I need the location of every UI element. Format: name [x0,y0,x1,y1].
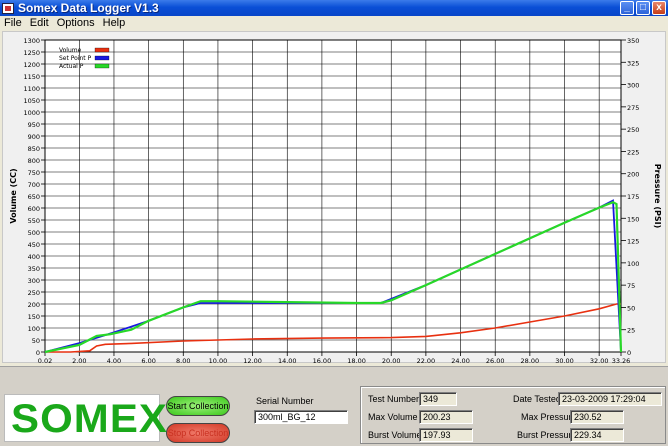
y-left-tick-label: 350 [28,265,40,273]
y-left-tick-label: 1100 [23,85,40,93]
chart-svg: 0501001502002503003504004505005506006507… [9,37,662,376]
app-icon [2,2,14,14]
x-tick-label: 6.00 [141,357,155,364]
x-tick-label: 18.00 [347,357,366,364]
y-left-tick-label: 1000 [23,109,40,117]
x-tick-label: 20.00 [382,357,401,364]
y-left-tick-label: 200 [28,301,40,309]
x-tick-label: 30.00 [555,357,574,364]
burst-pressure-label: Burst Pressure [517,430,577,440]
test-number-label: Test Number [368,394,420,404]
y-right-tick-label: 200 [627,171,639,179]
y-left-tick-label: 450 [28,241,40,249]
y-left-tick-label: 50 [32,337,40,345]
start-collection-button[interactable]: Start Collection [166,396,230,416]
y-left-tick-label: 500 [28,229,40,237]
maximize-button[interactable]: □ [636,1,650,15]
y-right-tick-label: 250 [627,126,639,134]
x-tick-label: 33.26 [612,357,631,364]
menu-options[interactable]: Options [53,17,99,30]
y-right-tick-label: 75 [627,282,635,290]
legend-label: Set Point P [59,55,92,62]
y-left-tick-label: 1250 [23,49,40,57]
y-right-tick-label: 300 [627,82,639,90]
y-left-tick-label: 800 [28,157,40,165]
legend-swatch [94,47,110,53]
date-tested-field: 23-03-2009 17:29:04 [558,392,662,406]
max-pressure-field: 230.52 [570,410,624,424]
menu-file[interactable]: File [0,17,26,30]
y-right-tick-label: 175 [627,193,639,201]
y-right-tick-label: 275 [627,104,639,112]
y-left-tick-label: 1050 [23,97,40,105]
menu-edit[interactable]: Edit [26,17,53,30]
minimize-button[interactable]: _ [620,1,634,15]
x-tick-label: 14.00 [278,357,297,364]
y-left-tick-label: 950 [28,121,40,129]
y-left-tick-label: 550 [28,217,40,225]
y-left-tick-label: 1300 [23,37,40,45]
x-tick-label: 16.00 [313,357,332,364]
menu-bar: File Edit Options Help [0,16,668,30]
y-left-tick-label: 750 [28,169,40,177]
x-tick-label: 4.00 [107,357,121,364]
y-right-tick-label: 0 [627,349,631,357]
serial-number-input[interactable]: 300ml_BG_12 [254,410,348,424]
y-left-tick-label: 850 [28,145,40,153]
close-button[interactable]: x [652,1,666,15]
somex-logo: SOMEX [4,394,167,442]
x-tick-label: 10.00 [209,357,228,364]
x-tick-label: 8.00 [176,357,190,364]
y-left-axis-title: Volume (CC) [9,168,18,223]
burst-volume-field: 197.93 [419,428,473,442]
y-right-axis-title: Pressure (PSI) [653,164,662,229]
y-left-tick-label: 300 [28,277,40,285]
x-tick-label: 26.00 [486,357,505,364]
x-tick-label: 2.00 [72,357,86,364]
y-left-tick-label: 150 [28,313,40,321]
x-tick-label: 22.00 [417,357,436,364]
stop-collection-button[interactable]: Stop Collection [166,423,230,443]
menu-help[interactable]: Help [99,17,130,30]
y-left-tick-label: 250 [28,289,40,297]
date-tested-label: Date Tested [513,394,561,404]
legend-swatch [94,63,110,69]
chart-panel: 0 50 100 150 200 250 300 350 400 450 500 550 600 650 7… [2,31,666,376]
y-left-tick-label: 0 [36,349,40,357]
y-left-tick-label: 100 [28,325,40,333]
y-right-tick-label: 350 [627,37,639,45]
title-bar: Somex Data Logger V1.3 _ □ x [0,0,668,16]
x-tick-label: 32.00 [590,357,609,364]
max-pressure-label: Max Pressure [521,412,577,422]
y-left-tick-label: 1150 [23,73,40,81]
legend-label: Volume [59,47,82,54]
y-right-tick-label: 225 [627,148,639,156]
x-tick-label: 0.02 [38,357,52,364]
logo-text: SOMEX [11,397,168,441]
serial-number-label: Serial Number [256,396,314,406]
window-title: Somex Data Logger V1.3 [18,1,159,15]
y-left-tick-label: 600 [28,205,40,213]
y-right-tick-label: 150 [627,215,639,223]
burst-volume-label: Burst Volume [368,430,422,440]
y-left-tick-label: 650 [28,193,40,201]
x-tick-label: 28.00 [521,357,540,364]
y-left-tick-label: 900 [28,133,40,141]
legend-swatch [94,55,110,61]
y-right-tick-label: 325 [627,59,639,67]
burst-pressure-field: 229.34 [570,428,624,442]
y-right-tick-label: 100 [627,260,639,268]
y-right-tick-label: 125 [627,238,639,246]
y-right-tick-label: 25 [627,327,635,335]
y-right-tick-label: 50 [627,304,635,312]
max-volume-label: Max Volume [368,412,418,422]
y-left-tick-label: 1200 [23,61,40,69]
test-number-field: 349 [419,392,457,406]
y-left-tick-label: 700 [28,181,40,189]
x-tick-label: 24.00 [451,357,470,364]
legend-label: Actual P [59,63,84,70]
x-tick-label: 12.00 [243,357,262,364]
y-left-tick-label: 400 [28,253,40,261]
max-volume-field: 200.23 [419,410,473,424]
